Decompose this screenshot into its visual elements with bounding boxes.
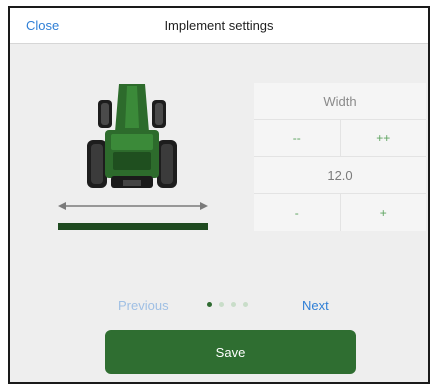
- decrease-small-button[interactable]: -: [254, 194, 340, 231]
- page-indicator: [207, 302, 248, 307]
- page-dot-1[interactable]: [207, 302, 212, 307]
- previous-button[interactable]: Previous: [118, 298, 169, 313]
- increase-large-button[interactable]: ++: [339, 120, 427, 156]
- width-value-row: 12.0: [254, 157, 426, 194]
- large-step-row: -- ++: [254, 120, 426, 157]
- header-bar: Close Implement settings: [10, 8, 428, 44]
- increase-small-button[interactable]: +: [339, 194, 427, 231]
- double-arrow-icon: [58, 202, 208, 210]
- width-label: Width: [323, 93, 357, 109]
- page-dot-2[interactable]: [219, 302, 224, 307]
- page-dot-4[interactable]: [243, 302, 248, 307]
- decrease-large-button[interactable]: --: [254, 120, 340, 156]
- tractor-rear-icon: [87, 84, 177, 188]
- pager: Previous Next: [10, 298, 428, 314]
- implement-settings-screen: Close Implement settings Width -- ++ 12.…: [8, 6, 430, 384]
- width-value: 12.0: [327, 167, 353, 183]
- width-panel: Width -- ++ 12.0 - +: [254, 83, 426, 231]
- save-button[interactable]: Save: [105, 330, 356, 374]
- width-label-row: Width: [254, 83, 426, 120]
- implement-width-bar: [58, 223, 208, 230]
- page-title: Implement settings: [164, 18, 274, 33]
- page-dot-3[interactable]: [231, 302, 236, 307]
- next-button[interactable]: Next: [302, 298, 329, 313]
- small-step-row: - +: [254, 194, 426, 231]
